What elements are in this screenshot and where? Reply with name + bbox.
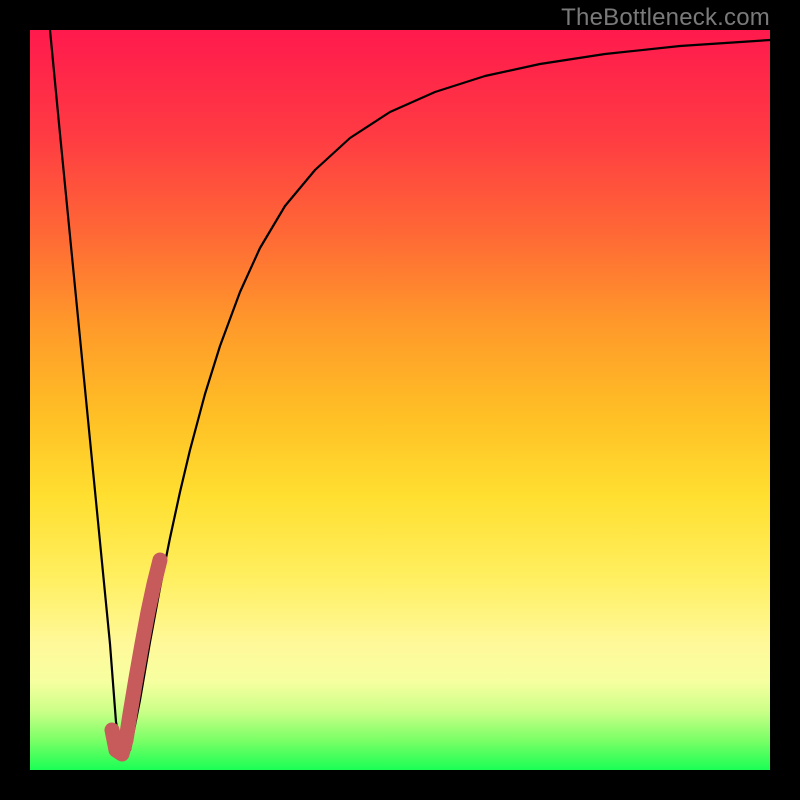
plot-area xyxy=(30,30,770,770)
attribution-text: TheBottleneck.com xyxy=(561,4,770,32)
chart-frame: TheBottleneck.com xyxy=(0,0,800,800)
curve-layer xyxy=(30,30,770,770)
bottleneck-curve xyxy=(50,30,770,754)
